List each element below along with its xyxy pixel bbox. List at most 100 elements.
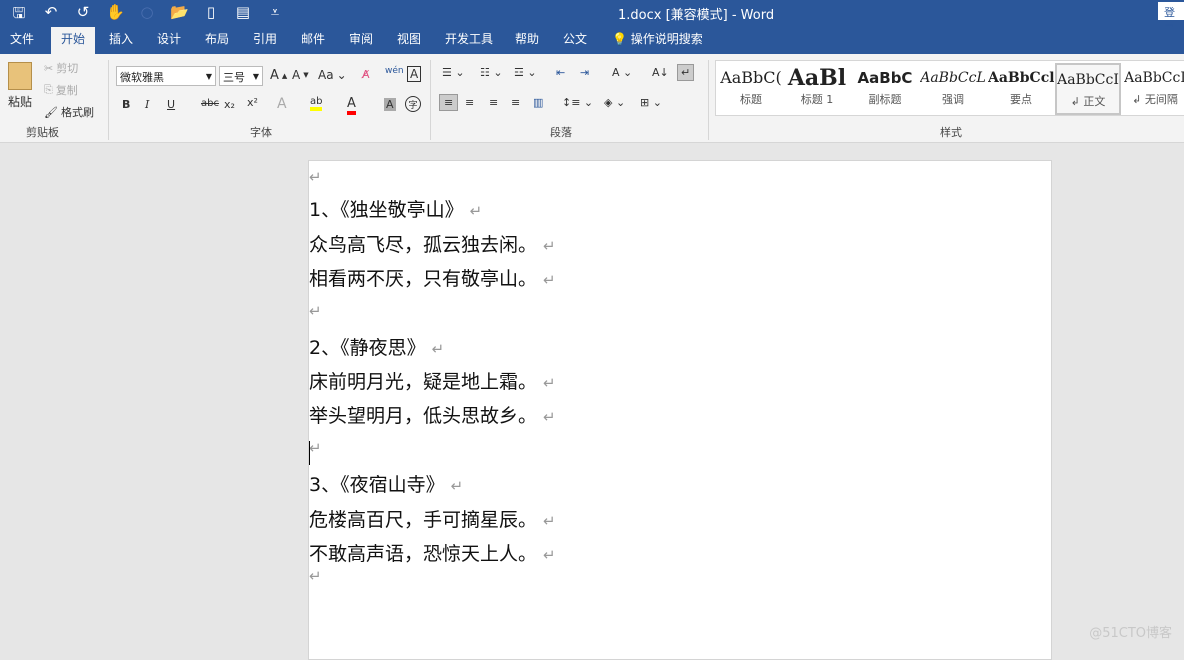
- line-text: 相看两不厌，只有敬亭山。: [309, 268, 538, 290]
- numbering-icon[interactable]: ☷ ⌄: [480, 66, 503, 79]
- open-icon[interactable]: 📂: [170, 3, 189, 28]
- style-sample: AaBbCcl: [988, 70, 1054, 86]
- tab-design[interactable]: 设计: [157, 27, 181, 54]
- subscript-button[interactable]: x₂: [224, 98, 235, 111]
- tab-mailings[interactable]: 邮件: [301, 27, 325, 54]
- paragraph: ↵: [309, 436, 322, 458]
- style-emphasis[interactable]: AaBbCcL 强调: [920, 63, 986, 115]
- paragraph-mark: ↵: [543, 374, 556, 392]
- style-label: ↲ 无间隔: [1132, 93, 1178, 106]
- redo-icon[interactable]: ↺: [74, 3, 92, 28]
- copy-label: 复制: [55, 84, 78, 97]
- tell-me-search[interactable]: 💡 操作说明搜索: [612, 27, 703, 54]
- tab-developer[interactable]: 开发工具: [445, 27, 493, 54]
- document-page[interactable]: ↵ 1、《独坐敬亭山》 ↵ 众鸟高飞尽，孤云独去闲。 ↵ 相看两不厌，只有敬亭山。 ↵…: [308, 160, 1052, 660]
- shading-icon[interactable]: ◈ ⌄: [604, 96, 625, 109]
- scissors-icon: ✂: [44, 61, 54, 75]
- quick-access-toolbar: 🖫 ↶ ↺ ✋ ○ 📂 ▯ ▤ ⩡: [10, 3, 284, 28]
- tab-home[interactable]: 开始: [51, 27, 96, 54]
- font-color-icon[interactable]: A: [347, 96, 356, 115]
- strikethrough-button[interactable]: abc: [201, 98, 219, 109]
- print-icon[interactable]: ▤: [234, 3, 252, 28]
- distributed-icon[interactable]: ▥: [533, 96, 543, 109]
- font-name-value: 微软雅黑: [120, 71, 164, 84]
- style-sample: AaBbCcL: [920, 70, 986, 86]
- tab-review[interactable]: 审阅: [349, 27, 373, 54]
- text-cursor: [309, 441, 310, 465]
- style-strong[interactable]: AaBbCcl 要点: [988, 63, 1054, 115]
- bullets-icon[interactable]: ☰ ⌄: [442, 66, 465, 79]
- phonetic-guide-icon[interactable]: wén: [385, 66, 404, 76]
- italic-button[interactable]: I: [145, 98, 149, 111]
- change-case-button[interactable]: Aa ⌄: [318, 68, 347, 82]
- font-name-combo[interactable]: 微软雅黑 ▼: [116, 66, 216, 86]
- cut-button[interactable]: ✂ 剪切: [44, 60, 78, 76]
- style-sample: AaBbCcI: [1124, 70, 1184, 86]
- tab-layout[interactable]: 布局: [205, 27, 229, 54]
- paragraph-mark: ↵: [543, 546, 556, 564]
- tab-file[interactable]: 文件: [10, 27, 34, 54]
- paragraph-mark: ↵: [469, 202, 483, 220]
- tab-references[interactable]: 引用: [253, 27, 277, 54]
- copy-button[interactable]: ⎘ 复制: [44, 82, 78, 98]
- style-no-spacing[interactable]: AaBbCcI ↲ 无间隔: [1122, 63, 1184, 115]
- superscript-button[interactable]: x²: [247, 96, 258, 109]
- poem-line: 相看两不厌，只有敬亭山。 ↵: [309, 264, 556, 291]
- font-size-combo[interactable]: 三号 ▼: [219, 66, 263, 86]
- poem-line: 危楼高百尺，手可摘星辰。 ↵: [309, 505, 556, 532]
- line-text: 危楼高百尺，手可摘星辰。: [309, 509, 538, 531]
- increase-indent-icon[interactable]: ⇥: [580, 66, 589, 79]
- style-label: 副标题: [868, 93, 902, 106]
- circle-icon[interactable]: ○: [138, 3, 156, 28]
- justify-icon[interactable]: ≡: [511, 96, 520, 109]
- lightbulb-icon: 💡: [612, 32, 627, 46]
- sort-icon[interactable]: A↓: [652, 66, 669, 79]
- paste-button[interactable]: 粘贴: [8, 62, 32, 110]
- style-heading1[interactable]: AaBl 标题 1: [784, 63, 850, 115]
- character-shading-icon[interactable]: A: [384, 98, 396, 111]
- borders-icon[interactable]: ⊞ ⌄: [640, 96, 662, 109]
- decrease-indent-icon[interactable]: ⇤: [556, 66, 565, 79]
- poem-line: 举头望明月，低头思故乡。 ↵: [309, 401, 556, 428]
- clipboard-group-label: 剪贴板: [26, 126, 59, 139]
- shrink-font-button[interactable]: A ▼: [292, 68, 309, 82]
- format-painter-button[interactable]: 🖌 格式刷: [44, 104, 94, 120]
- tab-help[interactable]: 帮助: [515, 27, 539, 54]
- bold-button[interactable]: B: [122, 98, 130, 111]
- enclose-characters-icon[interactable]: 字: [405, 96, 421, 112]
- save-icon[interactable]: 🖫: [10, 3, 28, 28]
- show-marks-icon[interactable]: ↵: [677, 64, 695, 81]
- text-effects-icon[interactable]: A: [277, 96, 287, 112]
- align-center-icon[interactable]: ≡: [465, 96, 474, 109]
- line-spacing-icon[interactable]: ↕≡ ⌄: [562, 96, 593, 109]
- align-left-icon[interactable]: ≡: [439, 94, 459, 111]
- divider: [108, 60, 109, 140]
- underline-button[interactable]: U: [167, 98, 175, 111]
- chinese-layout-icon[interactable]: A ⌄: [612, 66, 632, 79]
- style-normal[interactable]: AaBbCcI ↲ 正文: [1055, 63, 1121, 115]
- paragraph-mark: ↵: [309, 168, 322, 186]
- touch-icon[interactable]: ✋: [106, 3, 125, 28]
- align-right-icon[interactable]: ≡: [489, 96, 498, 109]
- style-subtitle[interactable]: AaBbC 副标题: [852, 63, 918, 115]
- divider: [708, 60, 709, 140]
- character-border-icon[interactable]: A: [407, 66, 422, 82]
- undo-icon[interactable]: ↶: [42, 3, 60, 28]
- tab-insert[interactable]: 插入: [109, 27, 133, 54]
- styles-group-label: 样式: [940, 126, 962, 139]
- highlight-icon[interactable]: ab: [310, 96, 323, 111]
- tab-gongwen[interactable]: 公文: [563, 27, 587, 54]
- new-icon[interactable]: ▯: [202, 3, 220, 28]
- format-painter-label: 格式刷: [60, 106, 94, 119]
- customize-icon[interactable]: ⩡: [266, 3, 284, 28]
- grow-font-button[interactable]: A ▲: [270, 68, 287, 83]
- style-title[interactable]: AaBbC(标题: [718, 63, 784, 115]
- paragraph: ↵: [309, 567, 322, 585]
- clear-formatting-icon[interactable]: A̸: [362, 68, 370, 81]
- style-label: 标题 1: [800, 93, 834, 106]
- tab-view[interactable]: 视图: [397, 27, 421, 54]
- style-label: ↲ 正文: [1070, 95, 1106, 108]
- line-text: 1、《独坐敬亭山》: [309, 199, 464, 221]
- login-button[interactable]: 登录: [1158, 2, 1184, 35]
- multilevel-list-icon[interactable]: ☲ ⌄: [514, 66, 537, 79]
